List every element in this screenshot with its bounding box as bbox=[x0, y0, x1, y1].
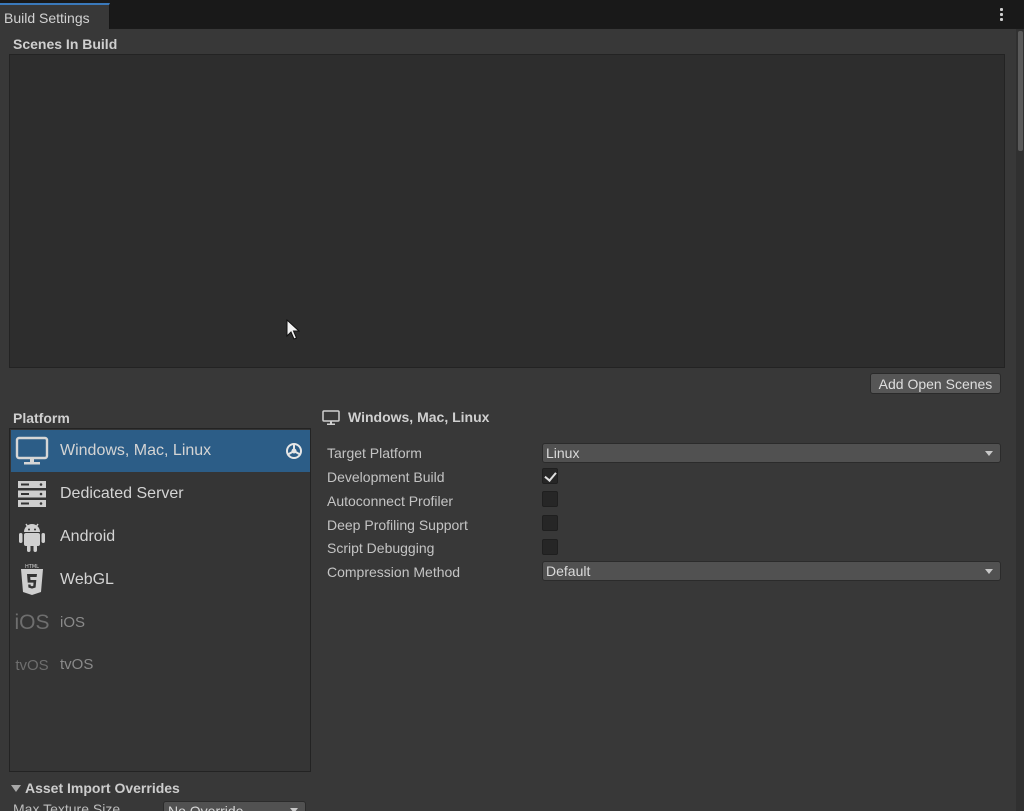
scrollbar-thumb[interactable] bbox=[1018, 31, 1023, 151]
svg-text:HTML: HTML bbox=[25, 564, 39, 570]
dropdown-arrow-icon bbox=[985, 451, 993, 456]
foldout-arrow-icon bbox=[11, 785, 21, 792]
platform-label: iOS bbox=[60, 614, 86, 631]
platform-header: Platform bbox=[13, 410, 70, 426]
deep-profiling-label: Deep Profiling Support bbox=[327, 517, 468, 533]
script-debugging-checkbox[interactable] bbox=[542, 539, 558, 555]
platform-label: Dedicated Server bbox=[60, 485, 184, 502]
max-texture-size-value: No Override bbox=[168, 803, 244, 811]
scenes-list[interactable] bbox=[9, 54, 1005, 368]
compression-method-value: Default bbox=[546, 563, 591, 579]
android-icon bbox=[15, 521, 49, 553]
tab-build-settings[interactable]: Build Settings bbox=[0, 3, 110, 29]
platform-item-dedicated-server[interactable]: Dedicated Server bbox=[11, 473, 310, 515]
platform-label: Android bbox=[60, 528, 116, 545]
foldout-label: Asset Import Overrides bbox=[25, 780, 180, 796]
monitor-icon bbox=[322, 410, 340, 426]
add-open-scenes-button[interactable]: Add Open Scenes bbox=[870, 373, 1001, 394]
script-debugging-label: Script Debugging bbox=[327, 540, 435, 556]
compression-method-dropdown[interactable]: Default bbox=[542, 561, 1001, 581]
max-texture-size-dropdown[interactable]: No Override bbox=[163, 801, 306, 811]
platform-item-webgl[interactable]: HTML WebGL bbox=[11, 559, 310, 601]
target-platform-dropdown[interactable]: Linux bbox=[542, 443, 1001, 463]
platform-item-windows-mac-linux[interactable]: Windows, Mac, Linux bbox=[11, 430, 310, 472]
platform-item-tvos[interactable]: tvOS tvOS bbox=[11, 644, 310, 686]
tab-strip bbox=[0, 3, 1024, 29]
platform-label: tvOS bbox=[60, 656, 94, 673]
kebab-menu-icon[interactable] bbox=[994, 6, 1008, 26]
deep-profiling-checkbox[interactable] bbox=[542, 515, 558, 531]
scenes-in-build-header: Scenes In Build bbox=[13, 36, 118, 52]
development-build-checkbox[interactable] bbox=[542, 468, 558, 484]
monitor-icon bbox=[15, 435, 49, 467]
platform-item-ios[interactable]: iOS iOS bbox=[11, 602, 310, 644]
server-icon bbox=[15, 478, 49, 510]
dropdown-arrow-icon bbox=[985, 569, 993, 574]
ios-icon: iOS bbox=[14, 611, 50, 634]
asset-import-overrides-foldout[interactable]: Asset Import Overrides bbox=[11, 780, 180, 796]
platform-item-android[interactable]: Android bbox=[11, 516, 310, 558]
max-texture-size-label: Max Texture Size bbox=[13, 801, 121, 811]
compression-method-label: Compression Method bbox=[327, 564, 461, 580]
platform-label: Windows, Mac, Linux bbox=[60, 442, 212, 459]
html5-icon: HTML bbox=[15, 564, 49, 596]
target-platform-value: Linux bbox=[546, 445, 580, 461]
platform-label: WebGL bbox=[60, 571, 114, 588]
target-platform-label: Target Platform bbox=[327, 445, 422, 461]
mouse-cursor-icon bbox=[286, 318, 301, 341]
autoconnect-profiler-label: Autoconnect Profiler bbox=[327, 493, 454, 509]
tvos-icon: tvOS bbox=[15, 656, 49, 674]
settings-title: Windows, Mac, Linux bbox=[348, 409, 490, 425]
platform-list: Windows, Mac, Linux Dedicated Server And… bbox=[9, 428, 311, 772]
unity-logo-icon bbox=[285, 442, 303, 460]
autoconnect-profiler-checkbox[interactable] bbox=[542, 491, 558, 507]
development-build-label: Development Build bbox=[327, 469, 445, 485]
